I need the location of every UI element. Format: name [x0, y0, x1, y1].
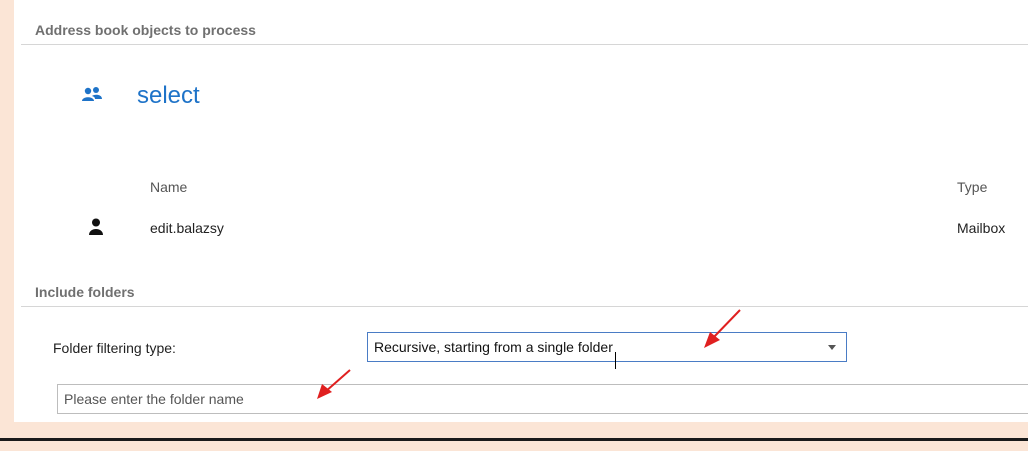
annotation-arrow-icon	[317, 369, 351, 399]
bottom-border	[0, 438, 1028, 441]
annotation-arrows	[317, 309, 741, 399]
annotation-arrow-icon	[704, 309, 741, 348]
